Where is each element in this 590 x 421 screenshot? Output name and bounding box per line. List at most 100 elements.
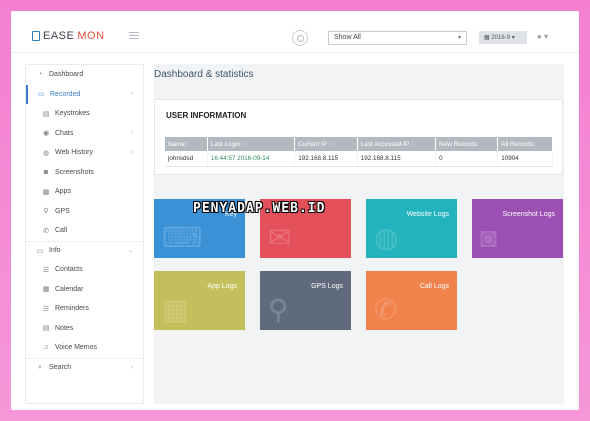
sidebar-item-reminders[interactable]: ☰ Reminders xyxy=(26,299,143,319)
phone-icon: ✆ xyxy=(374,294,398,325)
tile-label: Screenshot Logs xyxy=(502,211,555,218)
calendar-icon: ▦ xyxy=(42,286,50,294)
sidebar-item-notes[interactable]: ▤ Notes xyxy=(26,319,143,339)
sidebar-item-contacts[interactable]: ☰ Contacts xyxy=(26,260,143,280)
sidebar-item-label: GPS xyxy=(55,207,70,215)
chevron-icon: ‹ xyxy=(131,149,133,156)
sidebar-item-label: Recorded xyxy=(50,90,81,98)
map-pin-icon: ⚲ xyxy=(43,208,49,216)
sidebar-item-label: Calendar xyxy=(55,285,84,293)
tile-gps-logs[interactable]: ⚲ GPS Logs xyxy=(260,271,351,330)
globe-icon: ◍ xyxy=(42,149,50,157)
tile-website-logs[interactable]: ◍ Website Logs xyxy=(366,199,457,258)
table-cell: 192.168.8.115 xyxy=(357,151,437,167)
sidebar-item-search[interactable]: ⌕ Search ‹ xyxy=(26,357,143,378)
tile-label: Call Logs xyxy=(419,283,449,290)
sidebar-item-voice-memos[interactable]: ♫ Voice Memos xyxy=(26,338,143,358)
date-label: 2016-9 xyxy=(491,35,511,41)
sidebar-item-label: Chats xyxy=(55,129,74,137)
sidebar: ◔ Dashboard ▭ Recorded ‹ ▤ Keystrokes ◉ Chats ‹ ◍ W… xyxy=(25,64,144,404)
folder-icon: ▭ xyxy=(36,247,44,255)
search-icon: ⌕ xyxy=(38,363,42,371)
table-cell: 192.168.8.115 xyxy=(294,151,358,167)
sidebar-item-label: Call xyxy=(55,227,68,235)
page-title-suffix: & statistics xyxy=(202,69,254,80)
top-header: EASE MON Show All ▾ ▦ 2016-9 ▾ ● ▾ xyxy=(11,11,579,53)
chat-icon: ◉ xyxy=(42,130,50,138)
sidebar-item-chats[interactable]: ◉ Chats ‹ xyxy=(26,124,143,144)
sidebar-item-gps[interactable]: ⚲ GPS xyxy=(26,202,143,222)
tile-label: GPS Logs xyxy=(311,283,343,290)
sidebar-item-label: Web History xyxy=(55,149,93,157)
table-cell: 10904 xyxy=(497,151,553,167)
app-logo[interactable]: EASE MON xyxy=(32,30,105,42)
sidebar-item-label: Contacts xyxy=(55,266,83,274)
sidebar-item-call[interactable]: ✆ Call xyxy=(26,221,143,241)
sidebar-item-label: Screenshots xyxy=(55,168,94,176)
sidebar-item-web-history[interactable]: ◍ Web History ‹ xyxy=(26,143,143,163)
list-icon: ☰ xyxy=(42,305,50,313)
main-content: Dashboard & statistics USER INFORMATION … xyxy=(154,64,564,404)
chevron-icon: ‹ xyxy=(131,91,133,98)
column-header: All Records: xyxy=(497,137,553,151)
filter-select[interactable]: Show All ▾ xyxy=(328,31,467,45)
column-header: Last Accessed IP : xyxy=(357,137,437,151)
phone-icon: ✆ xyxy=(43,227,49,235)
sidebar-item-apps[interactable]: ▦ Apps xyxy=(26,182,143,202)
sidebar-item-calendar[interactable]: ▦ Calendar xyxy=(26,280,143,300)
camera-icon: ◙ xyxy=(480,222,497,253)
user-information-card: USER INFORMATION Name: Last Login: Current… xyxy=(154,99,563,175)
tile-label: Website Logs xyxy=(406,211,449,218)
table-cell: 0 xyxy=(435,151,499,167)
logo-text-accent: MON xyxy=(77,30,105,42)
folder-open-icon: ▭ xyxy=(37,91,45,99)
column-header: Name: xyxy=(165,137,208,151)
chevron-icon: ⌄ xyxy=(127,248,133,255)
sidebar-item-label: Reminders xyxy=(55,305,89,313)
sidebar-item-label: Voice Memos xyxy=(55,344,98,352)
tile-app-logs[interactable]: ▦ App Logs xyxy=(154,271,245,330)
chevron-icon: ‹ xyxy=(131,364,133,371)
globe-icon: ◍ xyxy=(374,222,399,253)
voice-memo-icon: ♫ xyxy=(43,344,49,352)
user-info-table: Name: Last Login: Current IP : Last Accesse… xyxy=(165,137,553,167)
logo-text: EASE xyxy=(43,30,75,42)
apps-icon: ▦ xyxy=(162,294,189,325)
date-picker-button[interactable]: ▦ 2016-9 ▾ xyxy=(479,31,527,44)
sidebar-item-dashboard[interactable]: ◔ Dashboard xyxy=(26,65,143,85)
keyboard-icon: ▤ xyxy=(42,110,50,118)
page-title: Dashboard & statistics xyxy=(154,69,254,80)
sidebar-item-label: Apps xyxy=(55,188,71,196)
sidebar-item-label: Notes xyxy=(55,324,74,332)
sidebar-item-keystrokes[interactable]: ▤ Keystrokes xyxy=(26,104,143,124)
table-cell: johnsdsd xyxy=(165,151,208,167)
sidebar-item-label: Info xyxy=(49,247,61,255)
sidebar-item-screenshots[interactable]: ◙ Screenshots xyxy=(26,163,143,183)
contacts-icon: ☰ xyxy=(42,266,50,274)
tile-call-logs[interactable]: ✆ Call Logs xyxy=(366,271,457,330)
chevron-down-icon: ▾ xyxy=(457,35,461,41)
apps-icon: ▦ xyxy=(42,188,50,196)
sidebar-item-info[interactable]: ▭ Info ⌄ xyxy=(26,240,143,261)
chevron-icon: ‹ xyxy=(131,130,133,137)
dashboard-icon: ◔ xyxy=(37,71,43,79)
notes-icon: ▤ xyxy=(42,325,50,333)
tile-label: App Logs xyxy=(207,283,237,290)
column-header: New Records: xyxy=(435,137,499,151)
sidebar-item-recorded[interactable]: ▭ Recorded ‹ xyxy=(26,84,143,104)
column-header: Current IP : xyxy=(294,137,358,151)
map-pin-icon: ⚲ xyxy=(268,294,289,325)
user-menu-icon[interactable]: ● ▾ xyxy=(537,32,548,41)
sidebar-item-label: Keystrokes xyxy=(55,110,90,118)
filter-select-value: Show All xyxy=(334,34,361,41)
page-title-main: Dashboard xyxy=(154,69,203,80)
chat-icon: ✉ xyxy=(268,222,292,253)
table-row: johnsdsd 16:44:57 2016-09-14 192.168.8.115… xyxy=(165,151,553,167)
search-icon[interactable] xyxy=(292,30,308,46)
keyboard-icon: ⌨ xyxy=(162,222,203,253)
sidebar-item-label: Dashboard xyxy=(49,71,84,79)
watermark-text: PENYADAP.WEB.ID xyxy=(193,201,326,216)
menu-toggle-icon[interactable] xyxy=(129,32,139,41)
table-cell: 16:44:57 2016-09-14 xyxy=(207,151,296,167)
tile-screenshot-logs[interactable]: ◙ Screenshot Logs xyxy=(472,199,563,258)
